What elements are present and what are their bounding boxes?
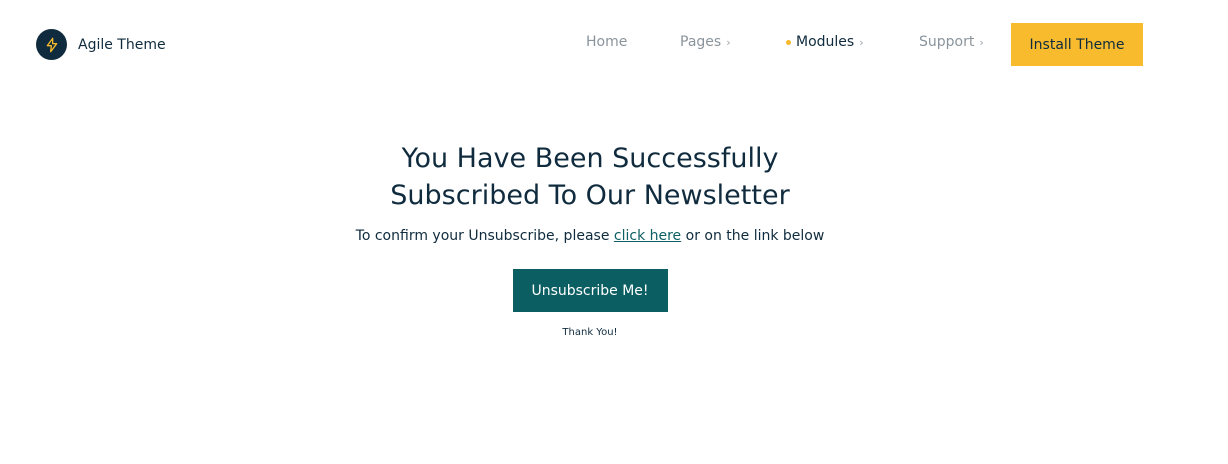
- chevron-right-icon: ›: [726, 35, 731, 49]
- nav-item-modules[interactable]: Modules ›: [786, 34, 864, 50]
- title-line-1: You Have Been Successfully: [401, 143, 779, 174]
- install-theme-button[interactable]: Install Theme: [1011, 23, 1143, 66]
- confirm-message: To confirm your Unsubscribe, please clic…: [0, 228, 1180, 244]
- active-dot-icon: [786, 39, 791, 45]
- confirm-text-after: or on the link below: [685, 228, 825, 244]
- chevron-right-icon: ›: [979, 35, 984, 49]
- main-content: You Have Been Successfully Subscribed To…: [0, 140, 1180, 338]
- site-header: Agile Theme Home Pages › Modules › Suppo…: [0, 0, 1228, 90]
- nav-item-label: Support: [919, 34, 975, 50]
- nav-item-home[interactable]: Home: [586, 34, 627, 50]
- nav-item-label: Modules: [796, 34, 855, 50]
- chevron-right-icon: ›: [859, 35, 864, 49]
- thank-you-text: Thank You!: [562, 327, 618, 338]
- title-line-2: Subscribed To Our Newsletter: [390, 180, 790, 211]
- page-title: You Have Been Successfully Subscribed To…: [0, 140, 1180, 214]
- nav-item-pages[interactable]: Pages ›: [680, 34, 731, 50]
- unsubscribe-button[interactable]: Unsubscribe Me!: [512, 269, 668, 312]
- nav-item-label: Home: [586, 34, 628, 50]
- nav-item-support[interactable]: Support ›: [919, 34, 984, 50]
- confirm-text-before: To confirm your Unsubscribe, please: [355, 228, 610, 244]
- nav-item-label: Pages: [680, 34, 722, 50]
- click-here-link[interactable]: click here: [614, 228, 681, 244]
- main-nav: Home Pages › Modules › Support › Install…: [0, 0, 1228, 90]
